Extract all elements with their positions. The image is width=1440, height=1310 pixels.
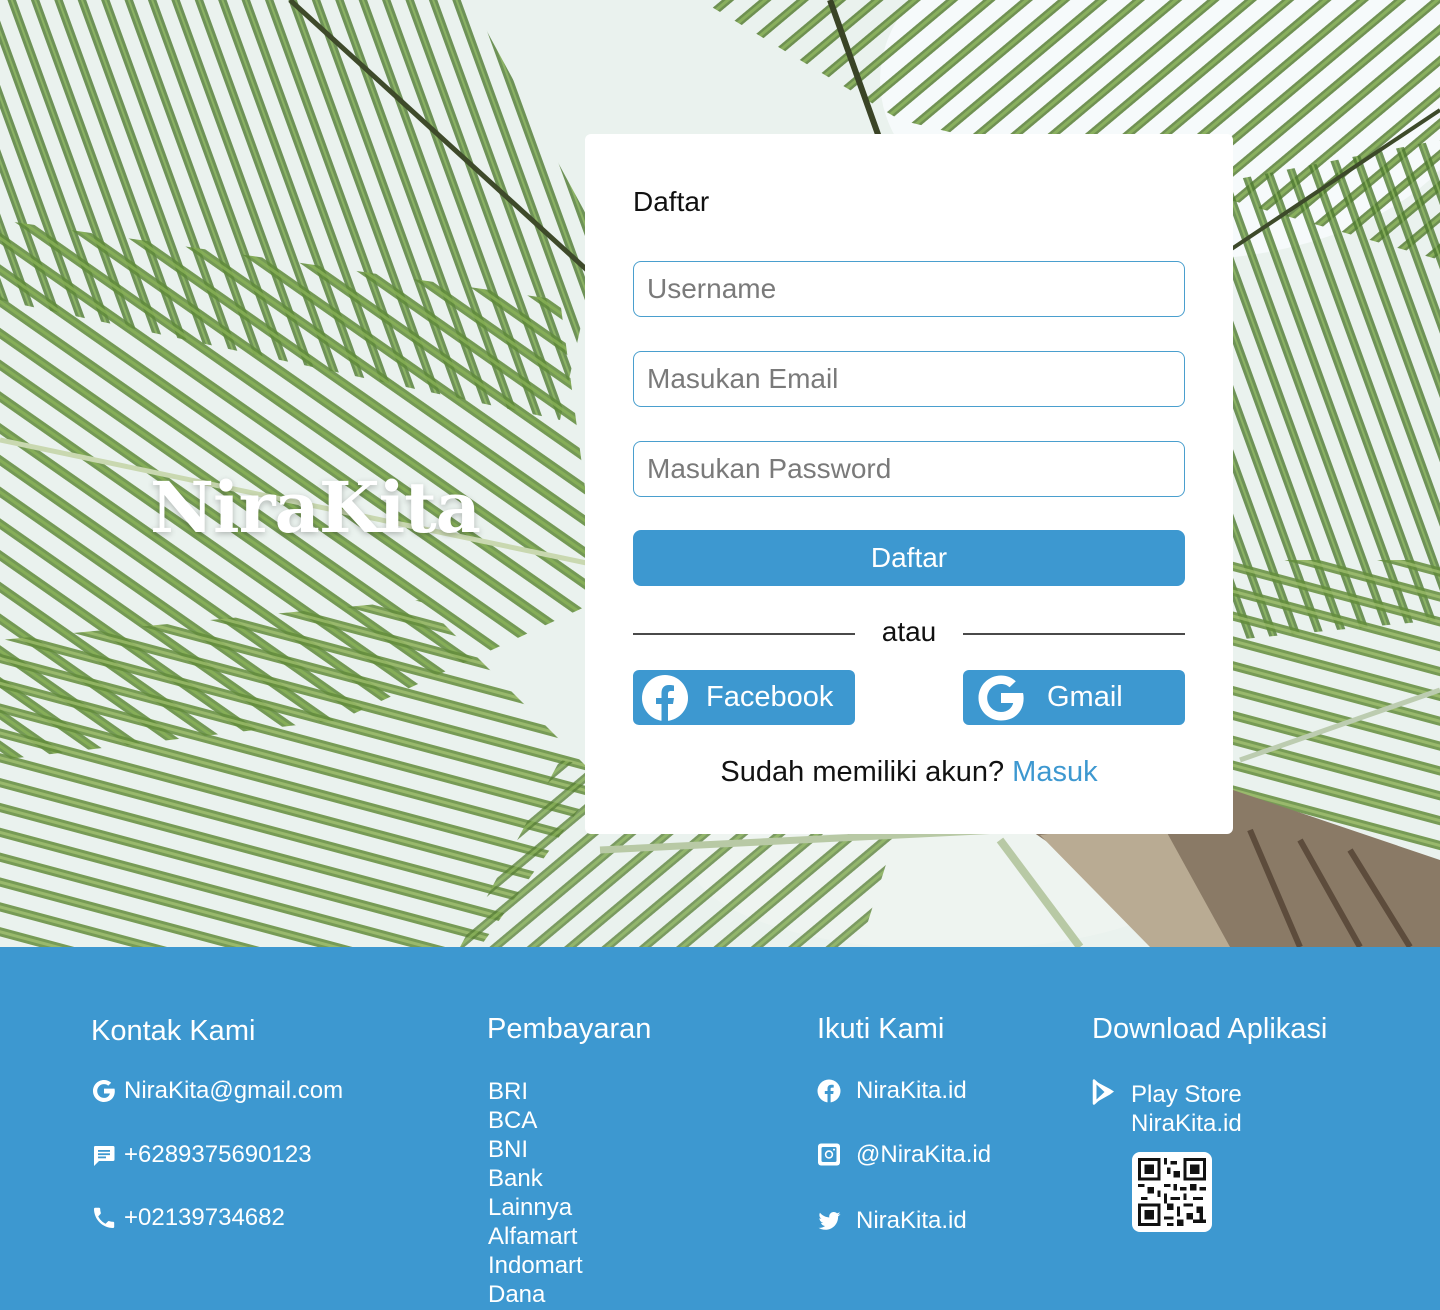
contact-heading: Kontak Kami [91, 1015, 256, 1047]
play-store-link[interactable]: Play Store NiraKita.id [1131, 1080, 1242, 1138]
follow-instagram-handle: @NiraKita.id [856, 1141, 992, 1168]
payment-item: Dana [488, 1281, 546, 1308]
facebook-icon [817, 1078, 843, 1104]
signup-card: Daftar Daftar atau Facebook Gmail [585, 134, 1233, 834]
signup-submit-button[interactable]: Daftar [633, 530, 1185, 586]
follow-twitter-link[interactable]: NiraKita.id [817, 1207, 967, 1235]
facebook-button-label: Facebook [706, 681, 834, 713]
payment-item: Alfamart [488, 1223, 578, 1250]
google-icon [91, 1078, 117, 1104]
contact-phone: +02139734682 [124, 1204, 285, 1231]
payment-heading: Pembayaran [487, 1013, 652, 1045]
password-input[interactable] [633, 441, 1185, 497]
divider-line-right [963, 633, 1185, 635]
facebook-signup-button[interactable]: Facebook [633, 670, 855, 725]
follow-instagram-link[interactable]: @NiraKita.id [817, 1141, 991, 1169]
play-store-icon-wrap[interactable] [1092, 1079, 1118, 1105]
divider-text: atau [881, 616, 937, 647]
login-prompt: Sudah memiliki akun? Masuk [585, 756, 1233, 789]
payment-item: BRI [488, 1078, 529, 1105]
contact-email-row[interactable]: NiraKita@gmail.com [91, 1077, 343, 1105]
login-prompt-text: Sudah memiliki akun? [720, 756, 1005, 788]
divider-line-left [633, 633, 855, 635]
google-icon [975, 672, 1027, 724]
download-heading: Download Aplikasi [1092, 1013, 1328, 1045]
follow-facebook-handle: NiraKita.id [856, 1077, 967, 1104]
username-input[interactable] [633, 261, 1185, 317]
facebook-icon [641, 674, 689, 722]
phone-icon [91, 1205, 117, 1231]
hero-section: NiraKita Daftar Daftar atau Facebook [0, 0, 1440, 947]
payment-item: Bank Lainnya [488, 1165, 573, 1221]
follow-heading: Ikuti Kami [817, 1013, 945, 1045]
payment-item: Indomart [488, 1252, 583, 1279]
payment-list: BRI BCA BNI Bank Lainnya Alfamart Indoma… [488, 1077, 583, 1309]
play-store-handle: NiraKita.id [1131, 1110, 1242, 1137]
play-store-label: Play Store [1131, 1081, 1242, 1108]
contact-email: NiraKita@gmail.com [124, 1077, 344, 1104]
follow-facebook-link[interactable]: NiraKita.id [817, 1077, 967, 1105]
message-icon [91, 1142, 117, 1168]
gmail-signup-button[interactable]: Gmail [963, 670, 1185, 725]
twitter-icon [817, 1208, 843, 1234]
contact-sms: +6289375690123 [124, 1141, 312, 1168]
footer: Kontak Kami NiraKita@gmail.com +62893756… [0, 947, 1440, 1310]
contact-phone-row[interactable]: +02139734682 [91, 1204, 285, 1232]
payment-item: BNI [488, 1136, 529, 1163]
qr-code-icon[interactable] [1132, 1152, 1212, 1232]
brand-logo: NiraKita [150, 466, 481, 549]
payment-item: BCA [488, 1107, 538, 1134]
instagram-icon [817, 1142, 843, 1168]
signup-title: Daftar [633, 186, 710, 217]
play-store-icon [1092, 1079, 1118, 1105]
contact-sms-row[interactable]: +6289375690123 [91, 1141, 312, 1169]
login-link[interactable]: Masuk [1012, 756, 1097, 788]
follow-twitter-handle: NiraKita.id [856, 1207, 967, 1234]
email-input[interactable] [633, 351, 1185, 407]
gmail-button-label: Gmail [1047, 681, 1123, 713]
